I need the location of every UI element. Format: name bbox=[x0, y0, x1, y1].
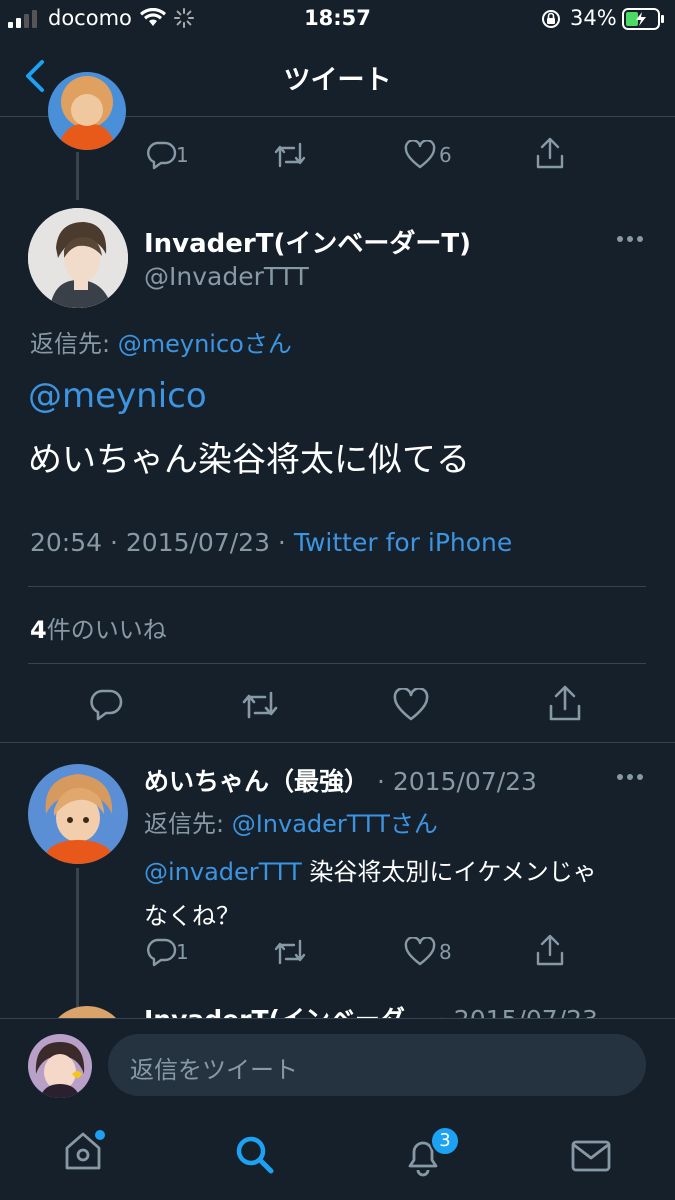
parent-avatar[interactable] bbox=[48, 72, 126, 150]
reply-author-avatar[interactable] bbox=[28, 764, 128, 864]
reply-icon[interactable] bbox=[88, 688, 124, 722]
status-bar: docomo 18:57 34% bbox=[0, 0, 675, 40]
compose-divider bbox=[0, 1018, 675, 1019]
share-icon[interactable] bbox=[535, 933, 565, 967]
battery-percent: 34% bbox=[570, 6, 617, 30]
reply-date: · 2015/07/23 bbox=[376, 767, 537, 796]
share-icon[interactable] bbox=[548, 684, 582, 722]
search-icon[interactable] bbox=[234, 1134, 276, 1176]
tweet-date: 2015/07/23 bbox=[125, 528, 270, 557]
more-options-icon[interactable] bbox=[616, 234, 644, 244]
home-icon[interactable] bbox=[62, 1128, 108, 1174]
retweet-icon[interactable] bbox=[272, 937, 308, 967]
my-avatar[interactable] bbox=[28, 1034, 92, 1098]
meta-divider bbox=[28, 586, 646, 587]
reply-to-line: 返信先: @meynicoさん bbox=[30, 324, 292, 359]
next-tweet-author-name[interactable]: InvaderT(インベーダ… bbox=[144, 1005, 430, 1018]
tweet-time: 20:54 bbox=[30, 528, 103, 557]
reply-to-user-link[interactable]: @meynicoさん bbox=[118, 330, 292, 358]
like-icon[interactable] bbox=[404, 937, 436, 967]
reply-text-line1: 染谷将太別にイケメンじゃ bbox=[301, 858, 597, 886]
author-avatar[interactable] bbox=[28, 208, 128, 308]
notification-badge: 3 bbox=[430, 1126, 460, 1156]
reply-to-prefix: 返信先: bbox=[144, 810, 232, 838]
next-tweet-peek: InvaderT(インベーダ… · 2015/07/23 bbox=[0, 996, 675, 1018]
reply-count: 1 bbox=[176, 940, 189, 964]
reply-count: 1 bbox=[176, 143, 189, 167]
likes-divider bbox=[28, 663, 646, 664]
thread-line bbox=[76, 152, 79, 200]
mail-icon[interactable] bbox=[570, 1138, 612, 1174]
likes-summary-label: 件のいいね bbox=[46, 616, 167, 644]
retweet-icon[interactable] bbox=[240, 688, 280, 722]
tweet-mention-link[interactable]: @meynico bbox=[28, 376, 207, 416]
reply-icon[interactable] bbox=[145, 140, 177, 170]
like-icon[interactable] bbox=[393, 688, 429, 722]
author-handle[interactable]: @InvaderTTT bbox=[144, 262, 309, 291]
next-tweet-date: · 2015/07/23 bbox=[438, 1005, 598, 1018]
tweet-text: めいちゃん染谷将太に似てる bbox=[28, 440, 470, 480]
like-icon[interactable] bbox=[404, 140, 436, 170]
more-options-icon[interactable] bbox=[616, 772, 644, 782]
reply-input-placeholder: 返信をツイート bbox=[130, 1056, 298, 1084]
reply-text-line2: なくね？ bbox=[144, 902, 240, 930]
like-count: 6 bbox=[439, 143, 452, 167]
next-tweet-avatar[interactable] bbox=[46, 1006, 128, 1018]
reply-to-line: 返信先: @InvaderTTTさん bbox=[144, 804, 438, 839]
likes-summary[interactable]: 4件のいいね bbox=[30, 610, 167, 645]
tweet-source-link[interactable]: Twitter for iPhone bbox=[294, 528, 512, 557]
reply-header: めいちゃん（最強） · 2015/07/23 bbox=[144, 762, 537, 798]
reply-author-name[interactable]: めいちゃん（最強） bbox=[144, 767, 369, 796]
share-icon[interactable] bbox=[535, 136, 565, 170]
retweet-icon[interactable] bbox=[272, 140, 308, 170]
orientation-lock-icon bbox=[542, 10, 560, 28]
battery-icon bbox=[622, 8, 664, 30]
reply-input[interactable]: 返信をツイート bbox=[108, 1034, 646, 1096]
likes-summary-count: 4 bbox=[30, 616, 47, 644]
reply-icon[interactable] bbox=[145, 937, 177, 967]
like-count: 8 bbox=[439, 940, 452, 964]
reply-to-user-link[interactable]: @InvaderTTTさん bbox=[232, 810, 438, 838]
tweet-meta: 20:54 · 2015/07/23 · Twitter for iPhone bbox=[30, 528, 513, 557]
author-display-name[interactable]: InvaderT(インベーダーT) bbox=[144, 223, 471, 260]
reply-to-prefix: 返信先: bbox=[30, 330, 118, 358]
reply-text: @invaderTTT 染谷将太別にイケメンじゃ なくね？ bbox=[144, 850, 654, 938]
main-tweet-divider bbox=[0, 742, 675, 743]
reply-mention-link[interactable]: @invaderTTT bbox=[144, 858, 302, 886]
